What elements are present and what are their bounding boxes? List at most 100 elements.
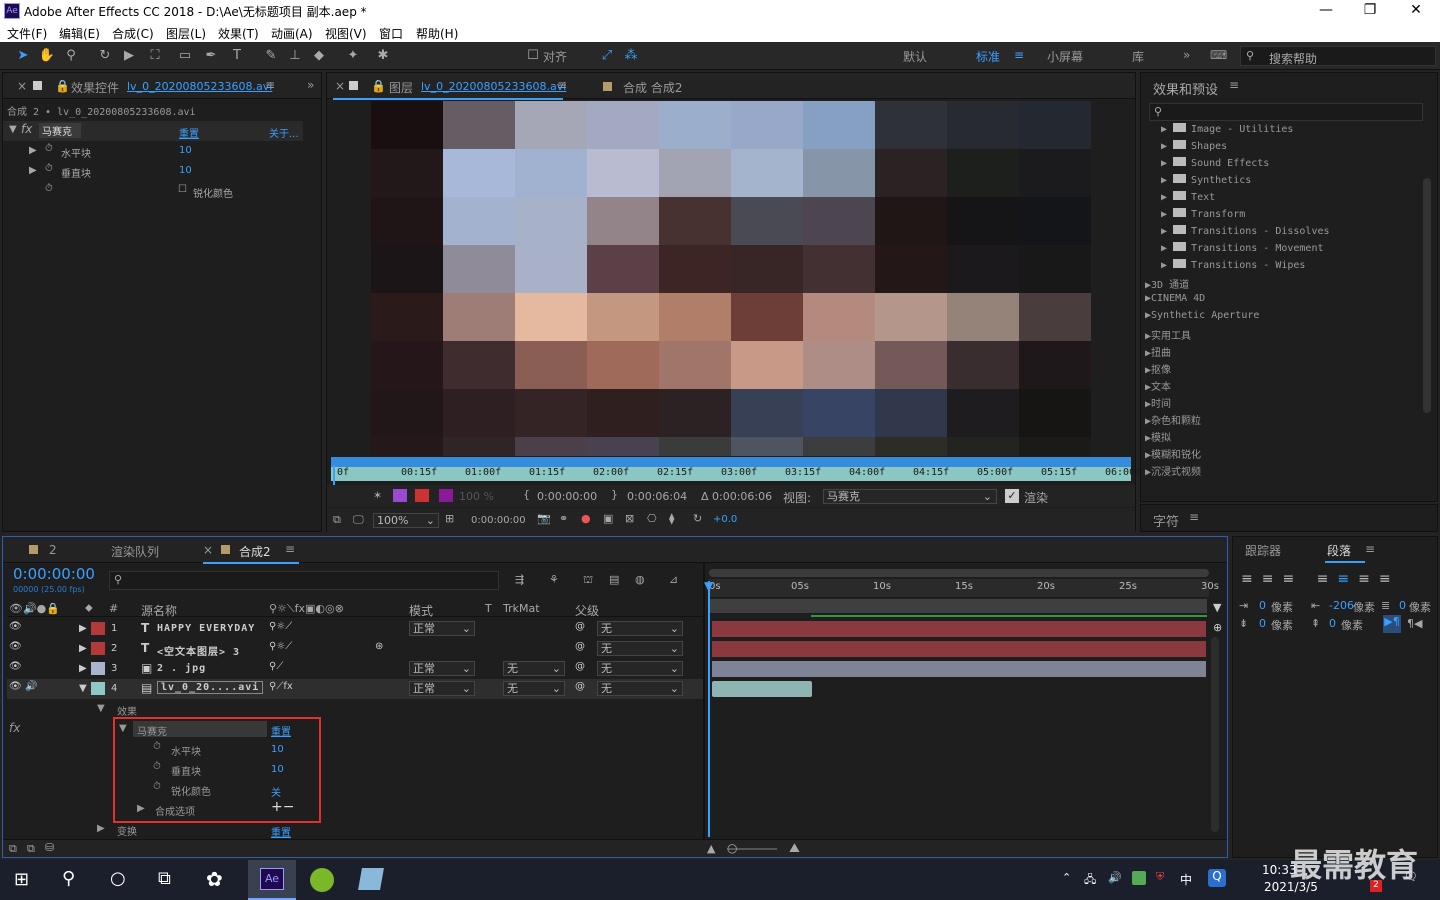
layer-color-icon[interactable] [415,489,429,502]
layer-switches-icon[interactable]: ⚲⟋fx [269,681,293,692]
panel-menu-icon[interactable]: ≡ [285,542,295,556]
fx-icon[interactable]: fx [21,122,32,136]
notes-app-icon[interactable] [358,868,384,890]
action-center-icon[interactable]: 🗨 [1404,870,1418,883]
reset-exposure-icon[interactable]: ↻ [693,512,702,525]
shy-icon[interactable]: ⛫ [583,573,593,588]
task-view-icon[interactable]: ⧉ [158,868,171,889]
comp-tab[interactable]: 合成 合成2 [623,79,682,96]
expand-panel-icon[interactable]: » [307,78,314,92]
windows-start-icon[interactable]: ⊞ [14,869,29,890]
tab-render-queue[interactable]: 渲染队列 [111,543,159,560]
roto-brush-icon[interactable]: ✦ [344,47,362,65]
ltr-direction-icon[interactable]: ▶¶ [1383,615,1401,633]
expand-arrow-icon[interactable]: ▶ [79,643,87,654]
zoom-select[interactable]: 100% ⌄ [373,513,439,528]
pick-whip-icon[interactable]: @ [575,661,585,672]
tab-comp-2[interactable]: 2 [49,543,57,557]
always-preview-icon[interactable]: ⧉ [333,513,341,527]
layer-file-link[interactable]: lv_0_20200805233608.avi [421,80,566,93]
exposure-value[interactable]: +0.0 [713,514,737,525]
panel-menu-icon[interactable]: ≡ [1365,542,1375,556]
security-shield-icon[interactable]: ⛨ [1156,870,1164,884]
snap-grid-icon[interactable]: ⁂ [622,47,640,65]
nvidia-icon[interactable] [1132,871,1146,885]
rectangle-tool-icon[interactable]: ▭ [176,47,194,65]
channel-icon[interactable]: ● [581,512,591,525]
effect-mosaic-row[interactable]: ▼ 马赛克 重置 [7,719,703,739]
justify-active-icon[interactable]: ≡ [1337,571,1358,587]
puppet-tool-icon[interactable]: ✱ [374,47,392,65]
effect-row-mosaic[interactable]: ▼ fx 马赛克 重置 关于... [3,121,303,141]
monitor-icon[interactable]: 🖵 [353,513,364,527]
effect-category[interactable]: ▶模拟 [1145,429,1171,444]
in-point-icon[interactable]: { [523,488,530,501]
snap-option-icon[interactable]: ⤢ [598,47,616,65]
toggle-modes-icon[interactable]: ⧉ [27,842,35,856]
effect-category[interactable]: ▶文本 [1145,378,1171,393]
panel-menu-icon[interactable]: ≡ [1189,510,1199,524]
label-color[interactable] [91,662,105,675]
expand-arrow-icon[interactable]: ▶ [97,823,105,834]
snap-checkbox[interactable]: ☐ [524,47,542,65]
visibility-eye-icon[interactable]: 👁 [9,621,22,632]
tab-comp2-active[interactable]: 合成2 [239,543,271,560]
effect-folder[interactable]: ▶ Image - Utilities [1161,123,1293,135]
zoom-slider-handle[interactable]: ○ [727,841,737,855]
ae-taskbar-button[interactable]: Ae [248,860,296,900]
effect-folder[interactable]: ▶ Transitions - Wipes [1161,259,1305,271]
expand-arrow-icon[interactable]: ▶ [137,803,145,814]
workspace-menu-icon[interactable]: ≡ [1014,48,1024,62]
mode-select[interactable]: 正常 ⌄ [409,621,475,636]
effect-category[interactable]: ▶杂色和颗粒 [1145,412,1201,427]
label-color[interactable] [91,682,105,695]
prop-value[interactable]: 10 [179,165,192,176]
hand-tool-icon[interactable]: ✋ [38,47,56,65]
stopwatch-icon[interactable]: ⏱ [45,163,53,174]
pin-icon[interactable]: ✶ [373,489,382,502]
zoom-out-icon[interactable]: ▲ [707,842,715,855]
workspace-small-screen[interactable]: 小屏幕 [1047,48,1083,65]
expand-arrow-icon[interactable]: ▶ [29,165,37,176]
parent-select[interactable]: 无 ⌄ [597,681,683,696]
pinned-app-icon[interactable]: ✿ [206,867,223,891]
rotate-tool-icon[interactable]: ↻ [96,47,114,65]
network-icon[interactable]: 🖧 [1084,871,1096,890]
layer-duration-bar[interactable] [712,661,1206,677]
layer-search-input[interactable]: ⚲ [109,571,499,590]
restore-icon[interactable]: ❐ [1350,2,1390,18]
prop-value[interactable]: 10 [179,145,192,156]
menu-animation[interactable]: 动画(A) [271,25,313,42]
visibility-eye-icon[interactable]: 👁 [9,681,22,692]
layer-swatch[interactable] [439,489,453,502]
pan-behind-tool-icon[interactable]: ⛶ [146,47,164,65]
effect-folder[interactable]: ▶ Text [1161,191,1215,203]
parent-select[interactable]: 无 ⌄ [597,641,683,656]
expand-arrow-icon[interactable]: ▼ [119,723,127,734]
stopwatch-icon[interactable]: ⏱ [153,741,161,752]
rtl-direction-icon[interactable]: ¶◀ [1407,617,1422,630]
stopwatch-icon[interactable]: ⏱ [153,761,161,772]
layer-switches-icon[interactable]: ⚲⟋ [269,661,283,672]
search-icon[interactable]: ⚲ [62,868,75,889]
effects-search-input[interactable]: ⚲ [1149,103,1423,121]
motion-blur-icon[interactable]: ⊛ [375,641,383,652]
mode-select[interactable]: 正常 ⌄ [409,661,475,676]
fit-icon[interactable]: ⊞ [445,512,454,525]
in-point-time[interactable]: 0:00:00:00 [537,490,597,503]
switches-icon[interactable]: ⚲☼⟍fx▣◐◎⊗ [269,602,344,616]
parent-select[interactable]: 无 ⌄ [597,661,683,676]
help-search-input[interactable]: ⚲ 搜索帮助 [1240,46,1436,66]
sync-settings-icon[interactable]: ⌨ [1210,48,1227,62]
show-snapshot-icon[interactable]: ⚭ [559,512,568,525]
close-tab-icon[interactable]: × [17,79,27,93]
graph-editor-icon[interactable]: ⊿ [669,573,678,586]
out-point-time[interactable]: 0:00:06:04 [627,490,687,503]
lock-icon[interactable]: 🔒 [371,79,386,93]
about-link[interactable]: 关于... [269,125,299,140]
transparency-grid-icon[interactable]: ⊠ [625,512,634,525]
stopwatch-icon[interactable]: ⏱ [153,781,161,792]
menu-composition[interactable]: 合成(C) [112,25,154,42]
expand-arrow-icon[interactable]: ▶ [29,145,37,156]
sharpen-checkbox[interactable]: ☐ [178,184,187,195]
